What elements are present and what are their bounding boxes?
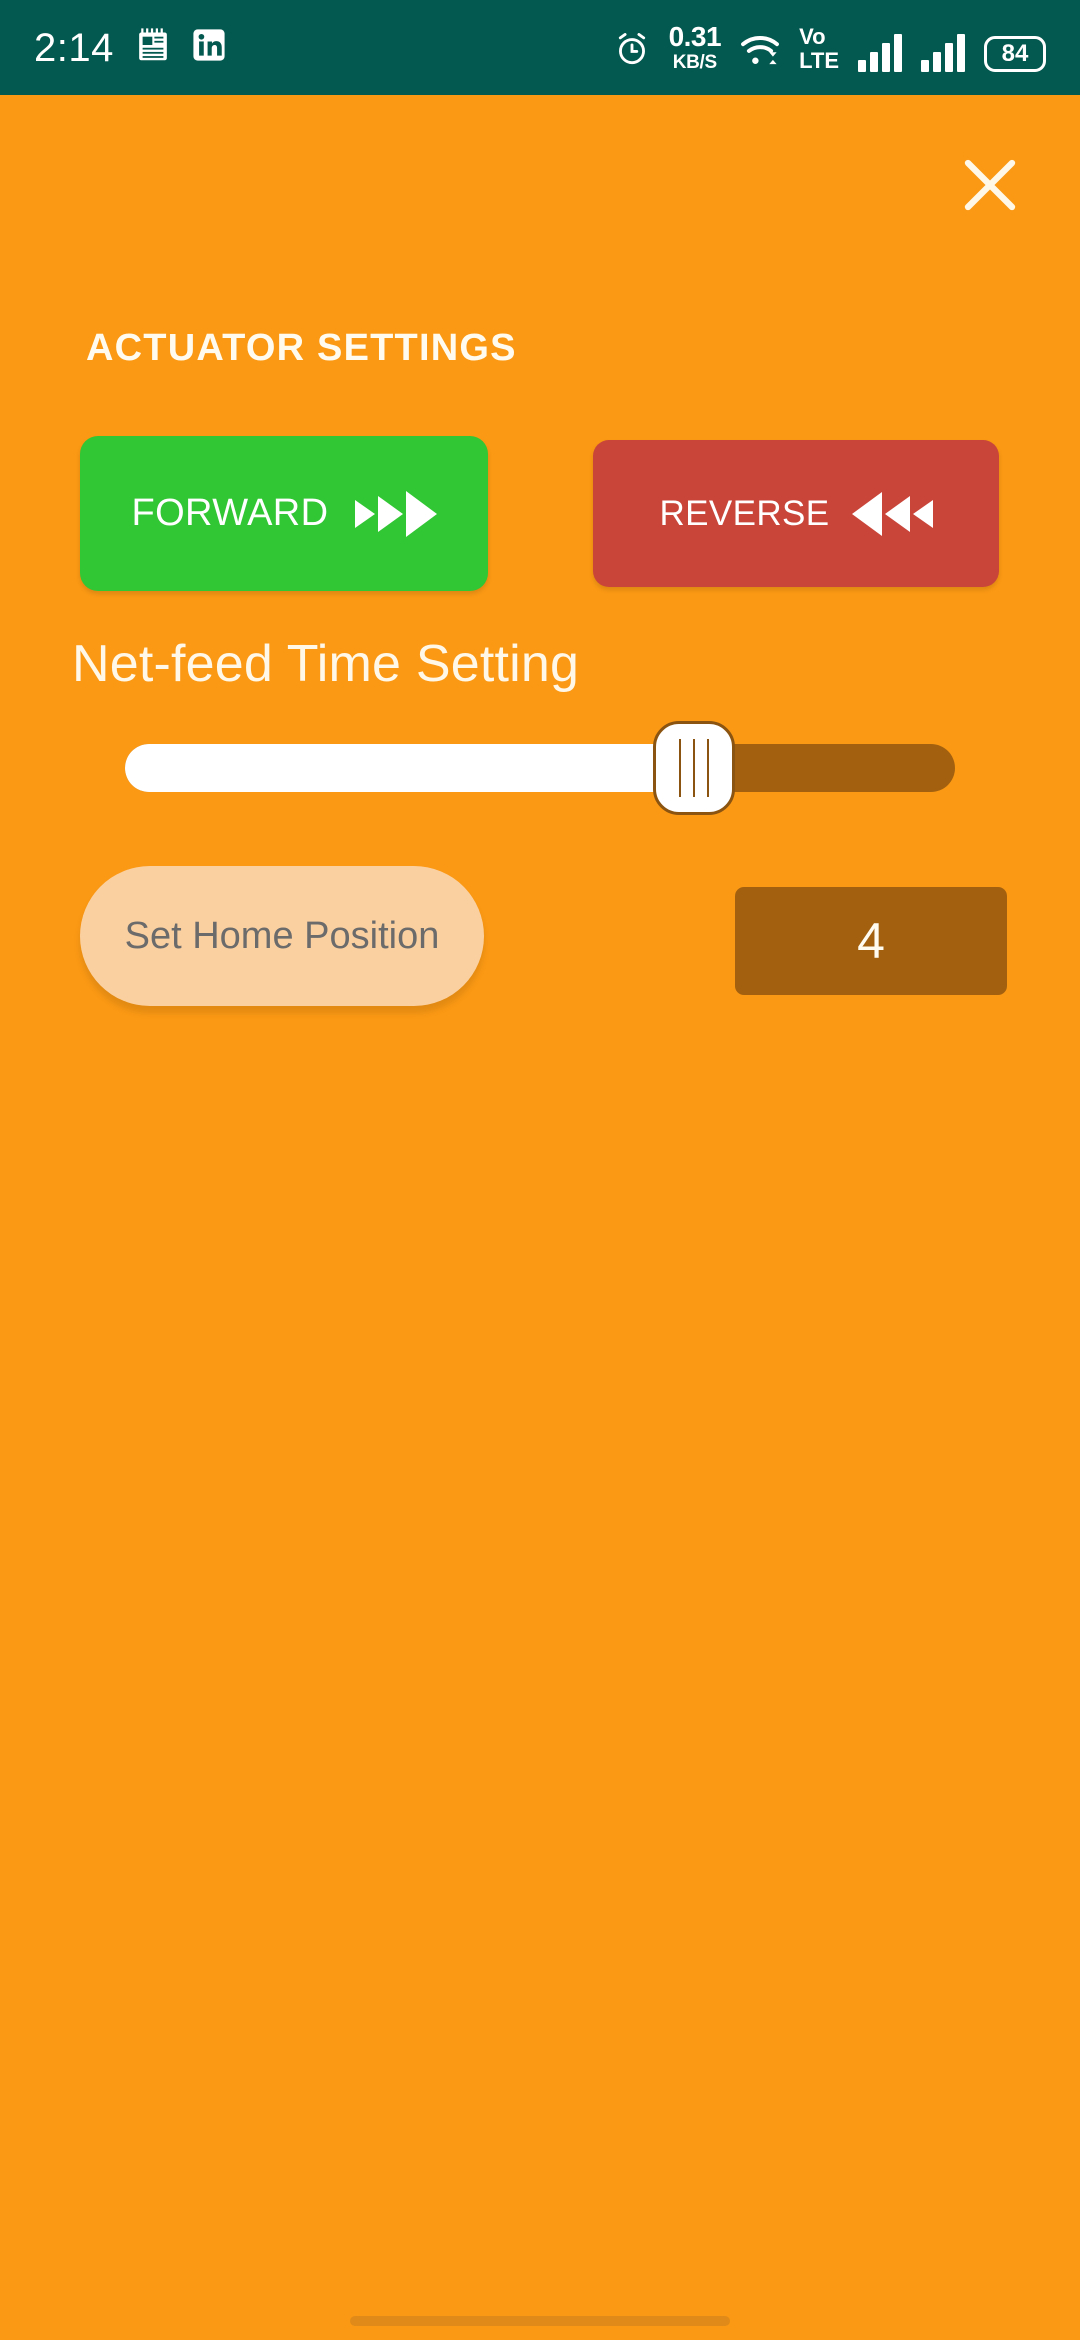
close-button[interactable] — [957, 152, 1023, 218]
status-bar: 2:14 0.31 KB/S Vo LTE 84 — [0, 0, 1080, 95]
slider-fill — [125, 744, 694, 792]
triple-right-arrow-icon — [354, 490, 437, 537]
signal-bars-sim2-icon — [921, 34, 965, 72]
battery-indicator: 84 — [984, 36, 1046, 72]
network-speed-indicator: 0.31 KB/S — [668, 21, 722, 73]
forward-button-label: FORWARD — [131, 492, 329, 534]
status-bar-clock: 2:14 — [34, 25, 114, 70]
forward-button[interactable]: FORWARD — [80, 436, 488, 591]
status-bar-right-group: 0.31 KB/S Vo LTE 84 — [614, 23, 1046, 72]
volte-line-1: Vo — [799, 24, 826, 49]
linkedin-icon — [192, 28, 226, 67]
triple-left-arrow-icon — [851, 491, 933, 536]
battery-level-label: 84 — [1001, 40, 1029, 67]
net-feed-time-value-box[interactable]: 4 — [735, 887, 1007, 995]
page-title: ACTUATOR SETTINGS — [86, 327, 517, 369]
set-home-position-button[interactable]: Set Home Position — [80, 866, 484, 1006]
slider-label: Net-feed Time Setting — [72, 635, 580, 693]
status-bar-left-group: 2:14 — [34, 27, 226, 68]
network-speed-value: 0.31 — [668, 21, 722, 52]
alarm-clock-icon — [614, 31, 650, 72]
close-icon — [957, 152, 1023, 218]
signal-bars-sim1-icon — [858, 34, 902, 72]
reverse-button[interactable]: REVERSE — [593, 440, 999, 587]
reverse-button-label: REVERSE — [659, 493, 830, 533]
gesture-navigation-bar[interactable] — [350, 2316, 730, 2326]
net-feed-time-slider[interactable] — [125, 721, 955, 815]
volte-line-2: LTE — [799, 48, 839, 73]
wifi-icon — [740, 33, 780, 72]
network-speed-unit: KB/S — [672, 52, 718, 73]
slider-thumb[interactable] — [652, 721, 735, 815]
net-feed-time-value: 4 — [857, 913, 885, 969]
notes-app-icon — [136, 27, 170, 68]
volte-indicator: Vo LTE — [799, 26, 839, 72]
